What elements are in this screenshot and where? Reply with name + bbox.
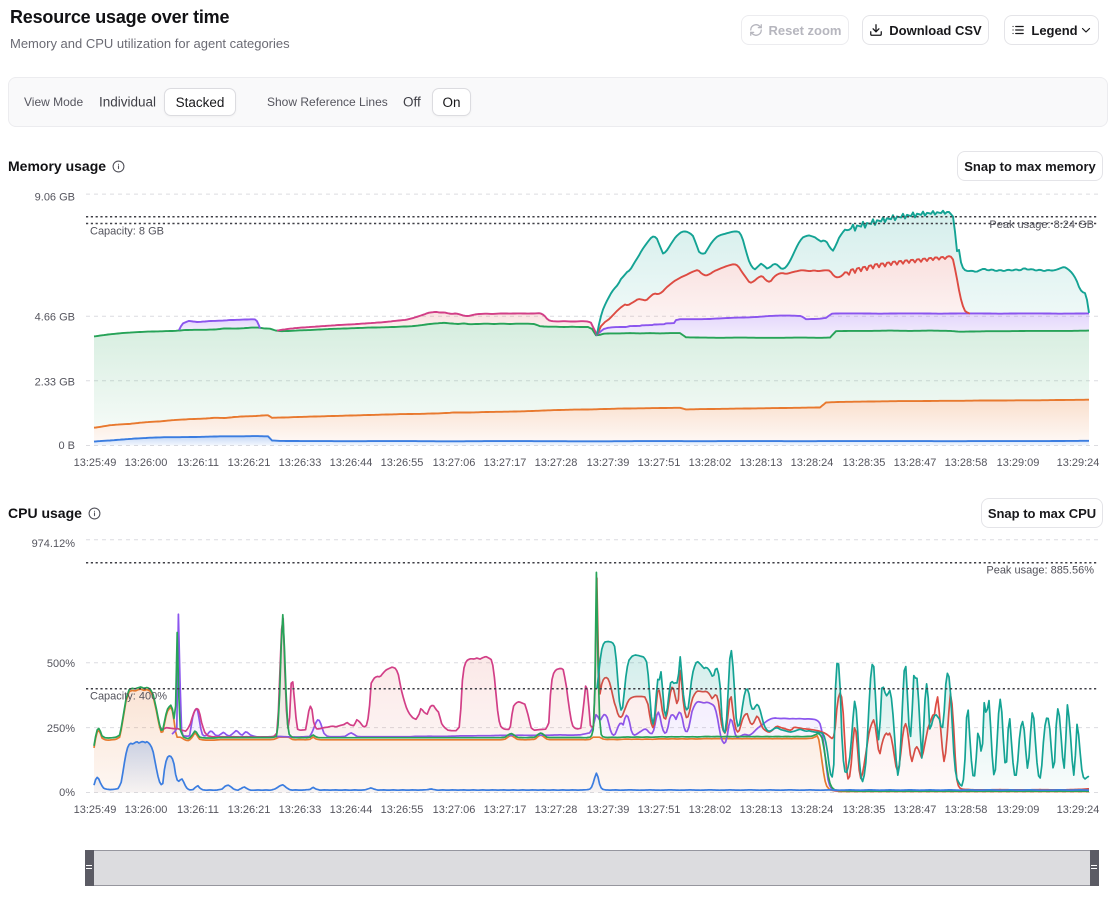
- svg-text:13:28:13: 13:28:13: [740, 804, 783, 816]
- svg-text:13:29:24: 13:29:24: [1057, 804, 1100, 816]
- svg-text:13:28:35: 13:28:35: [843, 804, 886, 816]
- svg-text:500%: 500%: [47, 658, 75, 670]
- svg-text:13:25:49: 13:25:49: [74, 804, 117, 816]
- svg-text:13:28:47: 13:28:47: [894, 804, 937, 816]
- svg-text:250%: 250%: [47, 723, 75, 735]
- svg-text:13:26:11: 13:26:11: [177, 804, 219, 816]
- svg-text:974.12%: 974.12%: [32, 538, 76, 550]
- svg-text:13:28:02: 13:28:02: [689, 804, 732, 816]
- svg-text:13:26:33: 13:26:33: [279, 804, 322, 816]
- svg-text:13:28:58: 13:28:58: [945, 804, 988, 816]
- svg-text:Capacity: 400%: Capacity: 400%: [90, 691, 167, 703]
- svg-text:13:27:17: 13:27:17: [484, 804, 527, 816]
- svg-text:13:26:21: 13:26:21: [228, 804, 271, 816]
- svg-text:13:27:51: 13:27:51: [638, 804, 681, 816]
- svg-text:13:29:09: 13:29:09: [997, 804, 1040, 816]
- svg-text:13:26:55: 13:26:55: [381, 804, 424, 816]
- svg-text:13:27:06: 13:27:06: [433, 804, 476, 816]
- svg-text:13:27:28: 13:27:28: [535, 804, 578, 816]
- svg-text:13:26:44: 13:26:44: [330, 804, 373, 816]
- svg-text:13:27:39: 13:27:39: [587, 804, 630, 816]
- svg-text:Peak usage: 885.56%: Peak usage: 885.56%: [986, 565, 1094, 577]
- svg-text:0%: 0%: [59, 787, 75, 799]
- svg-text:13:26:00: 13:26:00: [125, 804, 168, 816]
- svg-text:13:28:24: 13:28:24: [791, 804, 834, 816]
